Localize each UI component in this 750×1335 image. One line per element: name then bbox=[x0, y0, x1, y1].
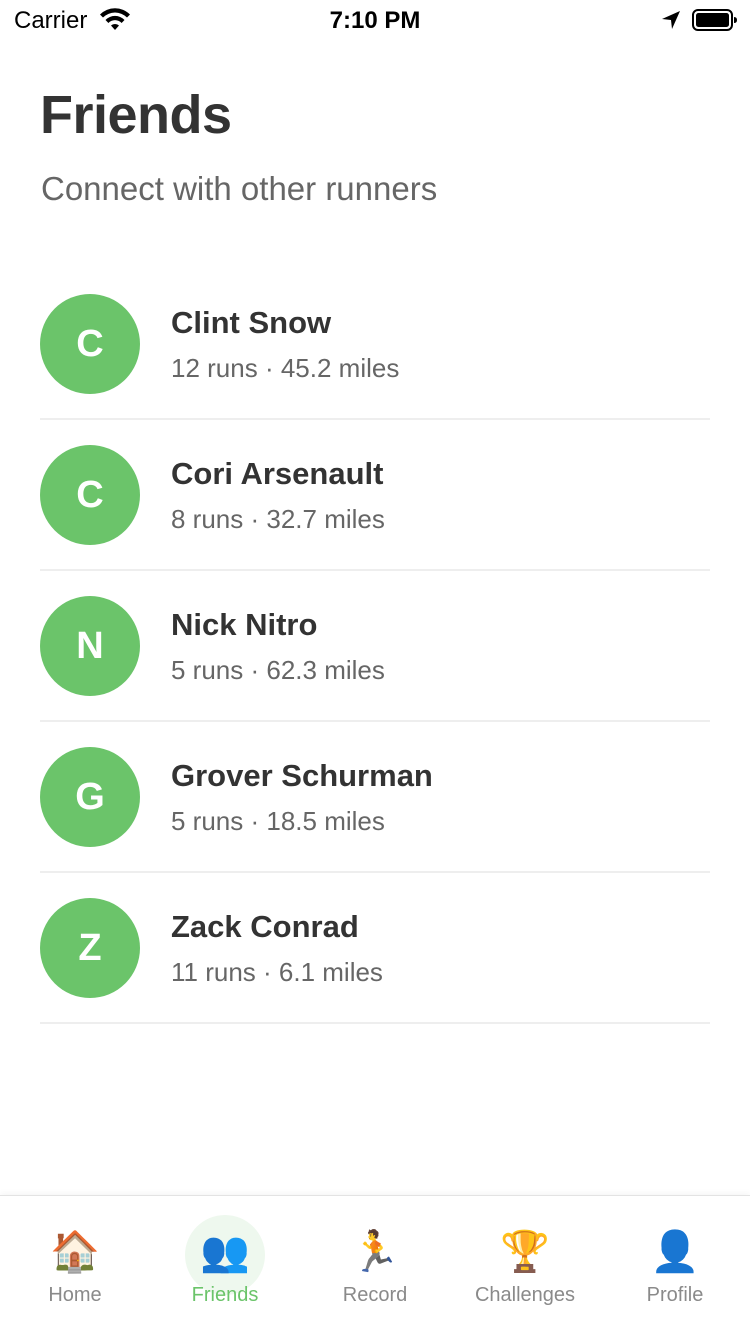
avatar: N bbox=[40, 596, 140, 696]
friend-stats: 11 runs · 6.1 miles bbox=[171, 957, 383, 987]
friend-row-zack-conrad[interactable]: Z Zack Conrad 11 runs · 6.1 miles bbox=[40, 873, 710, 1024]
trophy-icon: 🏆 bbox=[500, 1229, 550, 1275]
tab-label: Friends bbox=[191, 1284, 259, 1306]
tab-challenges[interactable]: 🏆 Challenges bbox=[450, 1196, 600, 1335]
tab-label: Record bbox=[342, 1284, 408, 1306]
friend-stats: 5 runs · 18.5 miles bbox=[171, 806, 385, 836]
page-subtitle: Connect with other runners bbox=[41, 170, 438, 207]
friend-name: Clint Snow bbox=[171, 305, 332, 340]
friends-list: C Clint Snow 12 runs · 45.2 miles C Cori… bbox=[40, 269, 710, 1024]
page-title: Friends bbox=[40, 85, 232, 145]
tab-record[interactable]: 🏃 Record bbox=[300, 1196, 450, 1335]
tab-friends[interactable]: 👥 Friends bbox=[150, 1196, 300, 1335]
avatar: Z bbox=[40, 898, 140, 998]
battery-icon bbox=[692, 9, 737, 31]
people-icon: 👥 bbox=[200, 1229, 250, 1275]
tab-label: Home bbox=[48, 1284, 102, 1306]
friend-name: Cori Arsenault bbox=[171, 456, 384, 491]
tab-home[interactable]: 🏠 Home bbox=[0, 1196, 150, 1335]
avatar: C bbox=[40, 294, 140, 394]
avatar: G bbox=[40, 747, 140, 847]
tab-label: Challenges bbox=[474, 1284, 576, 1306]
house-icon: 🏠 bbox=[50, 1229, 100, 1275]
friend-stats: 5 runs · 62.3 miles bbox=[171, 655, 385, 685]
clock: 7:10 PM bbox=[329, 7, 421, 34]
profile-icon: 👤 bbox=[650, 1229, 700, 1275]
tab-profile[interactable]: 👤 Profile bbox=[600, 1196, 750, 1335]
location-arrow-icon bbox=[662, 11, 680, 29]
friend-row-clint-snow[interactable]: C Clint Snow 12 runs · 45.2 miles bbox=[40, 269, 710, 420]
avatar: C bbox=[40, 445, 140, 545]
runner-icon: 🏃 bbox=[350, 1229, 400, 1275]
friend-row-grover-schurman[interactable]: G Grover Schurman 5 runs · 18.5 miles bbox=[40, 722, 710, 873]
friend-name: Nick Nitro bbox=[171, 607, 318, 642]
friend-stats: 12 runs · 45.2 miles bbox=[171, 353, 400, 383]
tab-bar: 🏠 Home 👥 Friends 🏃 Record 🏆 Challenges 👤… bbox=[0, 1195, 750, 1335]
friend-row-cori-arsenault[interactable]: C Cori Arsenault 8 runs · 32.7 miles bbox=[40, 420, 710, 571]
friend-name: Grover Schurman bbox=[171, 758, 433, 793]
friend-row-nick-nitro[interactable]: N Nick Nitro 5 runs · 62.3 miles bbox=[40, 571, 710, 722]
friend-name: Zack Conrad bbox=[171, 909, 359, 944]
status-bar: Carrier 7:10 PM bbox=[0, 0, 750, 40]
friend-stats: 8 runs · 32.7 miles bbox=[171, 504, 385, 534]
tab-label: Profile bbox=[646, 1284, 704, 1306]
